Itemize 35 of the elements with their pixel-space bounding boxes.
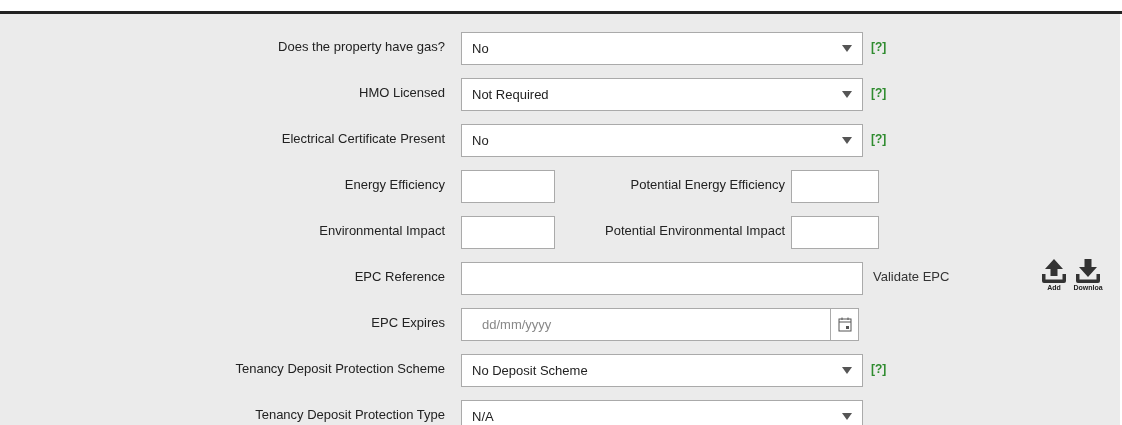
validate-link[interactable]: Validate EPC bbox=[873, 262, 1037, 287]
input-field[interactable] bbox=[461, 216, 555, 249]
help-link[interactable]: [?] bbox=[871, 78, 887, 102]
help-link[interactable]: [?] bbox=[871, 32, 887, 56]
field-label: EPC Reference bbox=[354, 269, 445, 284]
field-label: Potential Energy Efficiency bbox=[630, 177, 785, 192]
dropdown[interactable]: N/A bbox=[461, 400, 863, 425]
input-field[interactable] bbox=[461, 262, 863, 295]
dropdown[interactable]: No bbox=[461, 32, 863, 65]
field-label: HMO Licensed bbox=[359, 85, 445, 100]
dropdown[interactable]: No Deposit Scheme bbox=[461, 354, 863, 387]
caret-icon bbox=[842, 367, 852, 374]
caret-icon bbox=[842, 45, 852, 52]
input-field[interactable] bbox=[791, 216, 879, 249]
date-field[interactable]: dd/mm/yyyy bbox=[461, 308, 859, 341]
input-field[interactable] bbox=[461, 170, 555, 203]
help-link[interactable]: [?] bbox=[871, 354, 887, 378]
help-link[interactable]: [?] bbox=[871, 124, 887, 148]
field-label: EPC Expires bbox=[371, 315, 445, 330]
upload-icon bbox=[1040, 258, 1068, 284]
field-label: Tenancy Deposit Protection Type bbox=[255, 407, 445, 422]
field-label: Energy Efficiency bbox=[344, 177, 445, 192]
field-label: Tenancy Deposit Protection Scheme bbox=[235, 361, 445, 376]
field-label: Does the property have gas? bbox=[278, 39, 445, 54]
input-field[interactable] bbox=[791, 170, 879, 203]
field-label: Environmental Impact bbox=[319, 223, 445, 238]
caret-icon bbox=[842, 413, 852, 420]
field-label: Potential Environmental Impact bbox=[605, 223, 785, 238]
dropdown[interactable]: No bbox=[461, 124, 863, 157]
field-label: Electrical Certificate Present bbox=[281, 131, 445, 146]
download-icon bbox=[1074, 258, 1102, 284]
caret-icon bbox=[842, 91, 852, 98]
caret-icon bbox=[842, 137, 852, 144]
dropdown[interactable]: Not Required bbox=[461, 78, 863, 111]
calendar-icon[interactable] bbox=[837, 317, 852, 332]
